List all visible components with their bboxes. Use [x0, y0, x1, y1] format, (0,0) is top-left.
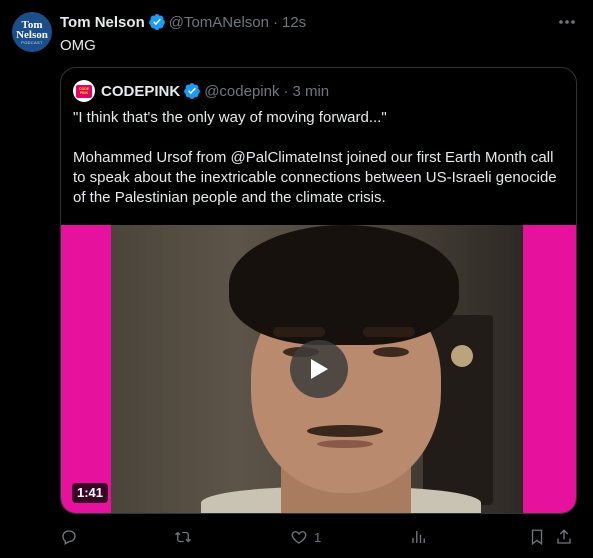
like-count: 1	[314, 529, 322, 545]
retweet-icon	[175, 531, 191, 543]
reply-icon	[62, 530, 76, 545]
quoted-author-name[interactable]: CODEPINK	[101, 83, 180, 100]
separator-dot: ·	[283, 82, 289, 100]
author-avatar[interactable]: Tom Nelson PODCAST	[12, 12, 52, 52]
verified-badge-icon	[148, 14, 165, 30]
quoted-tweet-text: "I think that's the only way of moving f…	[73, 108, 563, 228]
quoted-tweet-header: CODE PINK CODEPINK @codepink · 3 min	[73, 80, 329, 102]
share-icon	[557, 529, 571, 544]
quoted-author-handle[interactable]: @codepink	[204, 83, 279, 100]
quoted-tweet-time[interactable]: 3 min	[292, 83, 329, 100]
play-button[interactable]	[290, 340, 348, 398]
avatar-text-line-2: Nelson	[16, 28, 48, 41]
reply-button[interactable]	[60, 527, 84, 547]
video-duration-badge: 1:41	[72, 483, 109, 503]
author-name[interactable]: Tom Nelson	[60, 14, 145, 31]
views-icon	[412, 531, 425, 543]
quoted-text-paragraph-1: "I think that's the only way of moving f…	[73, 109, 387, 126]
bookmark-button[interactable]	[528, 527, 546, 547]
thumbnail-mustache	[307, 425, 383, 437]
like-button[interactable]: 1	[290, 527, 321, 547]
bookmark-icon	[531, 529, 543, 546]
quoted-author-avatar[interactable]: CODE PINK	[73, 80, 95, 102]
video-media[interactable]: 1:41	[61, 225, 576, 513]
tweet-time[interactable]: 12s	[282, 14, 306, 31]
play-icon	[311, 359, 328, 379]
retweet-button[interactable]	[174, 527, 198, 547]
thumbnail-brow-left	[273, 327, 325, 337]
like-icon	[291, 531, 307, 544]
thumbnail-clock	[451, 345, 473, 367]
thumbnail-brow-right	[363, 327, 415, 337]
author-handle[interactable]: @TomANelson	[169, 14, 269, 31]
avatar-text-line-1: Tom	[21, 18, 43, 31]
more-icon	[559, 20, 575, 24]
thumbnail-hair	[229, 225, 459, 345]
tweet-header: Tom Nelson @TomANelson · 12s	[60, 12, 306, 32]
verified-badge-icon	[184, 83, 201, 99]
thumbnail-eye-right	[373, 347, 409, 357]
separator-dot: ·	[273, 13, 278, 31]
tweet[interactable]: Tom Nelson PODCAST Tom Nelson @TomANelso…	[0, 0, 593, 558]
share-button[interactable]	[555, 527, 573, 547]
codepink-logo: CODE PINK	[76, 84, 92, 98]
more-button[interactable]	[557, 14, 577, 30]
logo-text-2: PINK	[79, 91, 89, 95]
avatar-text-line-3: PODCAST	[21, 39, 43, 45]
action-bar: 1	[60, 527, 577, 547]
quoted-text-paragraph-2: Mohammed Ursof from @PalClimateInst join…	[73, 149, 557, 206]
views-button[interactable]	[410, 527, 434, 547]
quoted-tweet[interactable]: CODE PINK CODEPINK @codepink · 3 min "I …	[60, 67, 577, 514]
tweet-text: OMG	[60, 37, 96, 54]
thumbnail-mouth	[317, 440, 373, 448]
